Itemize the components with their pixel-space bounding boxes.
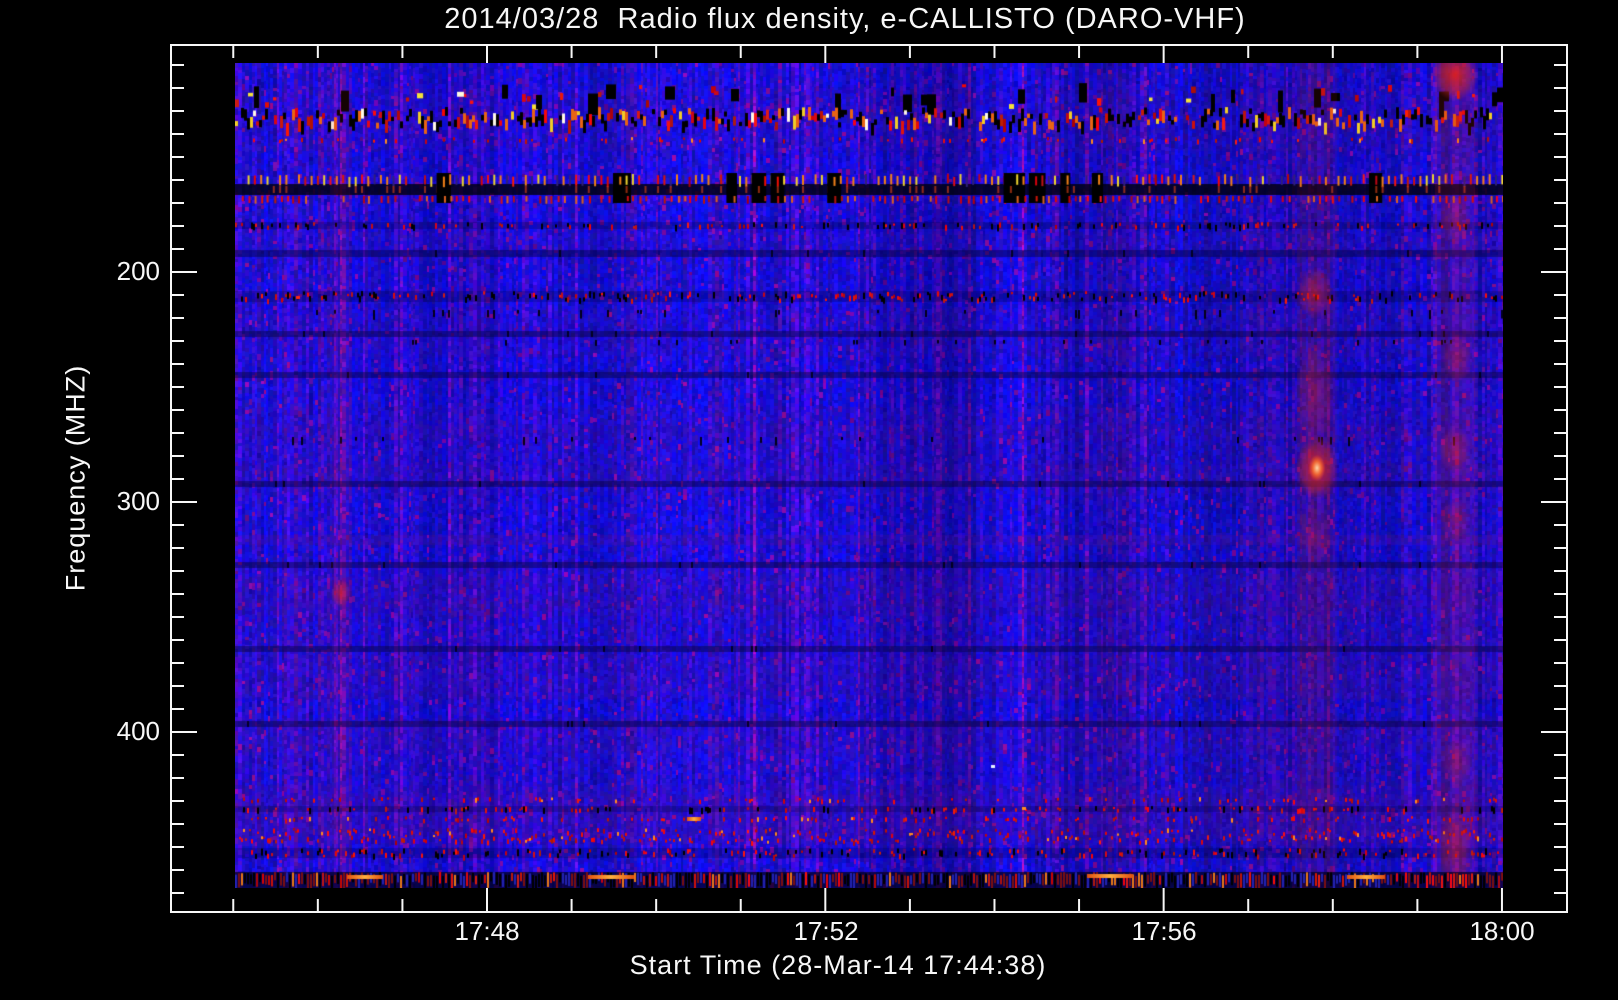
spectrogram-figure: 2014/03/28 Radio flux density, e-CALLIST… [0,0,1618,1000]
x-tick-label-1752: 17:52 [793,916,859,946]
y-axis-title: Frequency (MHZ) [60,364,91,592]
y-tick-label-400: 400 [116,715,160,746]
x-tick-label-1756: 17:56 [1131,916,1197,946]
x-tick-label-1748: 17:48 [454,916,520,946]
x-axis-title: Start Time (28-Mar-14 17:44:38) [629,950,1047,980]
x-tick-label-1800: 18:00 [1469,916,1535,946]
y-tick-label-200: 200 [116,255,160,286]
spectrogram-canvas [235,63,1503,888]
